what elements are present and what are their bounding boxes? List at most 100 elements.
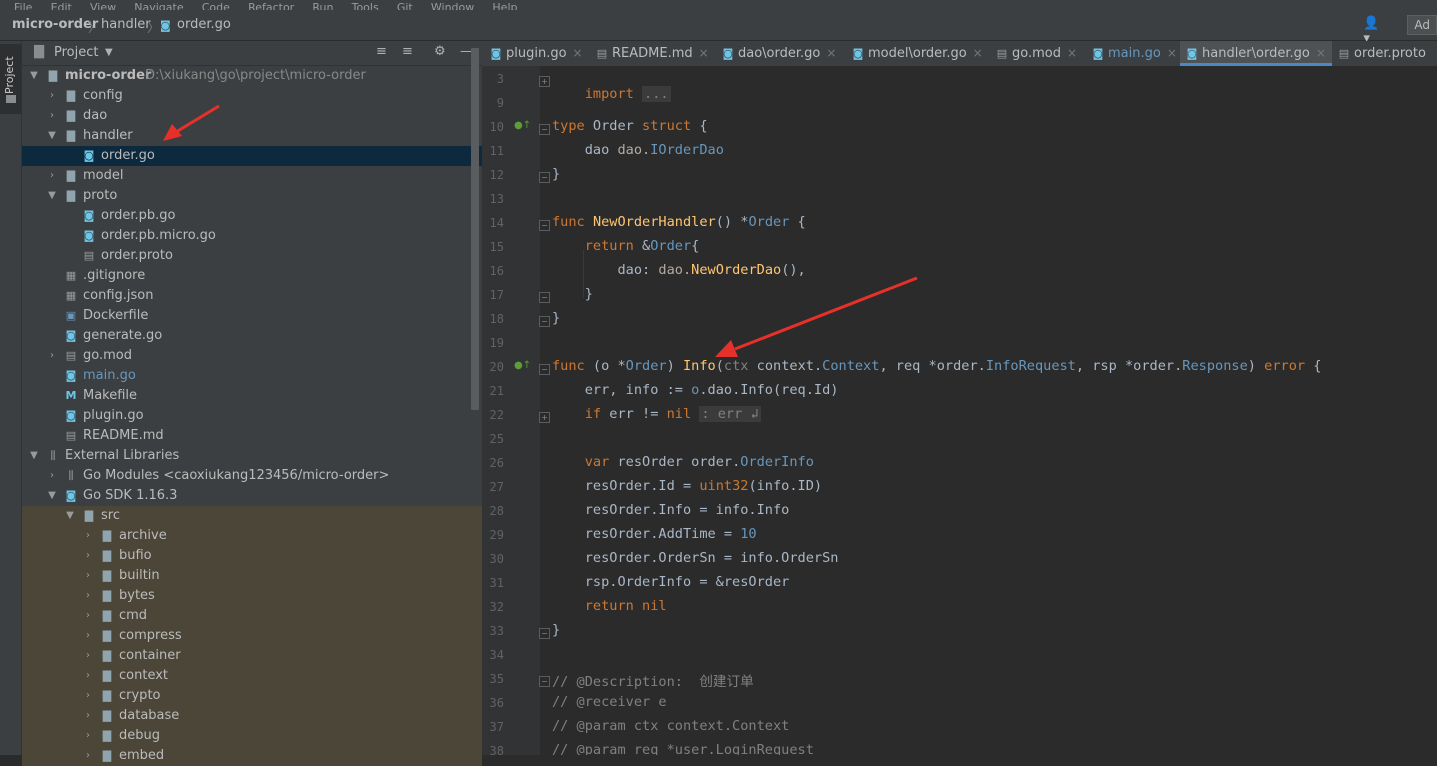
tab-dao-order-go[interactable]: ◙ dao\order.go × xyxy=(722,41,837,66)
tree-item-src-folder[interactable]: › ▇ compress xyxy=(22,626,482,646)
fold-end-icon[interactable]: − xyxy=(539,628,550,639)
chevron-right-icon[interactable]: › xyxy=(82,606,94,626)
breadcrumb-project[interactable]: micro-order xyxy=(12,17,98,32)
chevron-right-icon[interactable]: › xyxy=(46,106,58,126)
fold-expand-icon[interactable]: + xyxy=(539,76,550,87)
fold-end-icon[interactable]: − xyxy=(539,292,550,303)
tree-item-root[interactable]: ▼ ▇ micro-order D:\xiukang\go\project\mi… xyxy=(22,66,482,86)
chevron-down-icon[interactable]: ▼ xyxy=(105,47,113,58)
chevron-right-icon[interactable]: › xyxy=(82,726,94,746)
close-icon[interactable]: × xyxy=(699,46,709,60)
tab-order-proto[interactable]: ▤ order.proto xyxy=(1338,41,1426,66)
folded-import[interactable]: ... xyxy=(642,86,671,102)
add-configuration-button[interactable]: Ad xyxy=(1407,15,1437,35)
tree-item-src-folder[interactable]: › ▇ crypto xyxy=(22,686,482,706)
close-icon[interactable]: × xyxy=(973,46,983,60)
chevron-right-icon[interactable]: › xyxy=(82,546,94,566)
chevron-right-icon[interactable]: › xyxy=(82,706,94,726)
fold-end-icon[interactable]: − xyxy=(539,172,550,183)
tree-item-src-folder[interactable]: › ▇ bytes xyxy=(22,586,482,606)
tree-item-order-pb-micro-go[interactable]: ◙ order.pb.micro.go xyxy=(22,226,482,246)
tree-item-proto[interactable]: ▼ ▇ proto xyxy=(22,186,482,206)
breadcrumb-file[interactable]: order.go xyxy=(177,17,231,32)
tree-item-order-proto[interactable]: ▤ order.proto xyxy=(22,246,482,266)
tab-model-order-go[interactable]: ◙ model\order.go × xyxy=(852,41,983,66)
chevron-down-icon[interactable]: ▼ xyxy=(46,486,58,506)
menu-item[interactable]: Code xyxy=(202,2,230,10)
fold-collapse-icon[interactable]: − xyxy=(539,676,550,687)
tree-item-src-folder[interactable]: › ▇ bufio xyxy=(22,546,482,566)
tree-item-handler[interactable]: ▼ ▇ handler xyxy=(22,126,482,146)
tree-item-plugin-go[interactable]: ◙ plugin.go xyxy=(22,406,482,426)
menu-item[interactable]: Git xyxy=(397,2,413,10)
tree-item-go-sdk[interactable]: ▼ ◙ Go SDK 1.16.3 xyxy=(22,486,482,506)
chevron-right-icon[interactable]: › xyxy=(82,646,94,666)
collapse-all-icon[interactable]: ≡ xyxy=(402,44,413,59)
chevron-right-icon[interactable]: › xyxy=(46,166,58,186)
tree-item-readme[interactable]: ▤ README.md xyxy=(22,426,482,446)
tree-item-external-libraries[interactable]: ▼ ⫼ External Libraries xyxy=(22,446,482,466)
fold-collapse-icon[interactable]: − xyxy=(539,124,550,135)
tree-item-generate-go[interactable]: ◙ generate.go xyxy=(22,326,482,346)
chevron-right-icon[interactable]: › xyxy=(46,466,58,486)
folded-block[interactable]: : err ↲ xyxy=(699,406,761,422)
chevron-right-icon[interactable]: › xyxy=(82,566,94,586)
chevron-down-icon[interactable]: ▼ xyxy=(28,446,40,466)
chevron-down-icon[interactable]: ▼ xyxy=(28,66,40,86)
tree-item-src-folder[interactable]: › ▇ embed xyxy=(22,746,482,766)
chevron-right-icon[interactable]: › xyxy=(82,586,94,606)
tree-item-src-folder[interactable]: › ▇ debug xyxy=(22,726,482,746)
expand-all-icon[interactable]: ≡ xyxy=(376,44,387,59)
tree-item-model[interactable]: › ▇ model xyxy=(22,166,482,186)
tree-item-config-json[interactable]: ▦ config.json xyxy=(22,286,482,306)
tree-item-src-folder[interactable]: › ▇ context xyxy=(22,666,482,686)
chevron-down-icon[interactable]: ▼ xyxy=(46,126,58,146)
tree-item-gitignore[interactable]: ▦ .gitignore xyxy=(22,266,482,286)
tree-item-order-go[interactable]: ◙ order.go xyxy=(22,146,482,166)
tree-item-order-pb-go[interactable]: ◙ order.pb.go xyxy=(22,206,482,226)
chevron-right-icon[interactable]: › xyxy=(82,686,94,706)
chevron-right-icon[interactable]: › xyxy=(46,86,58,106)
tree-item-src[interactable]: ▼ ▇ src xyxy=(22,506,482,526)
tree-item-src-folder[interactable]: › ▇ builtin xyxy=(22,566,482,586)
menu-item[interactable]: Tools xyxy=(352,2,379,10)
tree-item-src-folder[interactable]: › ▇ container xyxy=(22,646,482,666)
tree-item-dockerfile[interactable]: ▣ Dockerfile xyxy=(22,306,482,326)
chevron-down-icon[interactable]: ▼ xyxy=(46,186,58,206)
tab-readme[interactable]: ▤ README.md × xyxy=(596,41,709,66)
gear-icon[interactable]: ⚙ xyxy=(434,44,446,59)
menu-item[interactable]: View xyxy=(90,2,116,10)
code-editor[interactable]: 3 9 10 11 12 13 14 15 16 17 18 19 20 21 … xyxy=(482,66,1437,755)
fold-expand-icon[interactable]: + xyxy=(539,412,550,423)
menu-item[interactable]: Edit xyxy=(51,2,72,10)
close-icon[interactable]: × xyxy=(1167,46,1177,60)
user-icon[interactable]: 👤▾ xyxy=(1363,16,1385,46)
tree-item-src-folder[interactable]: › ▇ archive xyxy=(22,526,482,546)
menu-item[interactable]: Help xyxy=(492,2,517,10)
breadcrumb-folder[interactable]: handler xyxy=(101,17,151,32)
tree-item-dao[interactable]: › ▇ dao xyxy=(22,106,482,126)
chevron-right-icon[interactable]: › xyxy=(82,746,94,766)
close-icon[interactable]: × xyxy=(826,46,836,60)
fold-collapse-icon[interactable]: − xyxy=(539,364,550,375)
menu-item[interactable]: File xyxy=(14,2,32,10)
menu-item[interactable]: Run xyxy=(312,2,333,10)
close-icon[interactable]: × xyxy=(1067,46,1077,60)
tree-item-config[interactable]: › ▇ config xyxy=(22,86,482,106)
tab-plugin-go[interactable]: ◙ plugin.go × xyxy=(490,41,583,66)
fold-collapse-icon[interactable]: − xyxy=(539,220,550,231)
tab-handler-order-go[interactable]: ◙ handler\order.go × xyxy=(1180,41,1332,66)
fold-end-icon[interactable]: − xyxy=(539,316,550,327)
tab-main-go[interactable]: ◙ main.go × xyxy=(1092,41,1177,66)
project-tool-tab[interactable]: Project xyxy=(0,44,21,114)
project-scrollbar[interactable] xyxy=(471,48,479,410)
tree-item-src-folder[interactable]: › ▇ cmd xyxy=(22,606,482,626)
implemented-interface-icon[interactable]: ●↑ xyxy=(514,360,531,371)
close-icon[interactable]: × xyxy=(573,46,583,60)
tree-item-go-mod[interactable]: › ▤ go.mod xyxy=(22,346,482,366)
chevron-right-icon[interactable]: › xyxy=(82,526,94,546)
implemented-interface-icon[interactable]: ●↑ xyxy=(514,120,531,131)
chevron-right-icon[interactable]: › xyxy=(46,346,58,366)
tree-item-go-modules[interactable]: › ⫼ Go Modules <caoxiukang123456/micro-o… xyxy=(22,466,482,486)
menu-item[interactable]: Navigate xyxy=(134,2,183,10)
